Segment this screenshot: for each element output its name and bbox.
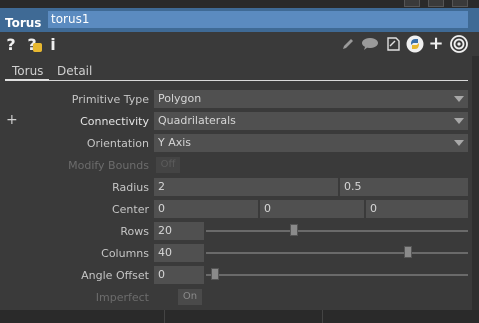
operator-name-field[interactable]: torus1 (48, 11, 468, 28)
rows-slider-track[interactable] (206, 230, 468, 232)
modify-bounds-label: Modify Bounds (68, 159, 149, 172)
columns-slider-handle[interactable] (404, 246, 413, 258)
angle-offset-slider-track[interactable] (206, 274, 468, 276)
orientation-label: Orientation (86, 137, 149, 150)
python-help-icon[interactable]: ? (22, 35, 42, 54)
radius-label: Radius (112, 181, 149, 194)
chevron-down-icon (454, 118, 464, 124)
modify-bounds-toggle[interactable]: Off (156, 157, 180, 173)
active-tab-indicator (5, 79, 49, 81)
expand-plus-icon[interactable]: + (6, 112, 18, 128)
connectivity-label: Connectivity (80, 115, 149, 128)
panel-right-edge (472, 56, 479, 310)
columns-field[interactable]: 40 (154, 244, 204, 262)
radius-y-field[interactable]: 0.5 (340, 178, 468, 196)
chevron-down-icon (454, 140, 464, 146)
rows-slider-handle[interactable] (289, 224, 298, 236)
window-restore-button[interactable] (428, 0, 444, 7)
bottom-divider (322, 310, 323, 323)
columns-label: Columns (101, 247, 149, 260)
operator-header: Torus torus1 (0, 8, 479, 32)
primitive-type-label: Primitive Type (71, 93, 149, 106)
help-icon[interactable]: ? (4, 35, 18, 54)
angle-offset-label: Angle Offset (81, 269, 149, 282)
tab-divider (5, 80, 468, 81)
center-label: Center (111, 203, 149, 216)
parameter-toolbar: ? ? i + (0, 32, 479, 56)
bottom-divider (164, 310, 165, 323)
add-icon[interactable]: + (428, 35, 444, 53)
center-z-field[interactable]: 0 (366, 200, 468, 218)
target-icon[interactable] (449, 35, 469, 53)
radius-x-field[interactable]: 2 (154, 178, 338, 196)
operator-type-label: Torus (5, 16, 42, 30)
chevron-down-icon (454, 96, 464, 102)
angle-offset-field[interactable]: 0 (154, 266, 204, 284)
imperfect-toggle[interactable]: On (178, 289, 202, 305)
orientation-dropdown[interactable]: Y Axis (154, 134, 468, 152)
angle-offset-slider-handle[interactable] (211, 268, 220, 280)
rows-label: Rows (120, 225, 149, 238)
python-icon[interactable] (405, 35, 425, 53)
primitive-type-dropdown[interactable]: Polygon (154, 90, 468, 108)
center-y-field[interactable]: 0 (260, 200, 364, 218)
bottom-bar (0, 310, 479, 323)
imperfect-label: Imperfect (95, 291, 149, 304)
window-minimize-button[interactable] (404, 0, 420, 7)
connectivity-dropdown[interactable]: Quadrilaterals (154, 112, 468, 130)
orientation-value: Y Axis (158, 136, 192, 149)
window-top-strip (0, 0, 479, 8)
rows-field[interactable]: 20 (154, 222, 204, 240)
parameter-tabs: Torus Detail (0, 60, 479, 82)
center-x-field[interactable]: 0 (154, 200, 258, 218)
window-close-button[interactable] (452, 0, 468, 7)
comment-icon[interactable] (360, 35, 380, 53)
connectivity-value: Quadrilaterals (158, 114, 236, 127)
info-icon[interactable]: i (48, 35, 58, 54)
primitive-type-value: Polygon (158, 92, 202, 105)
edit-icon[interactable] (340, 35, 356, 53)
columns-slider-track[interactable] (206, 252, 468, 254)
notes-icon[interactable] (384, 35, 402, 53)
